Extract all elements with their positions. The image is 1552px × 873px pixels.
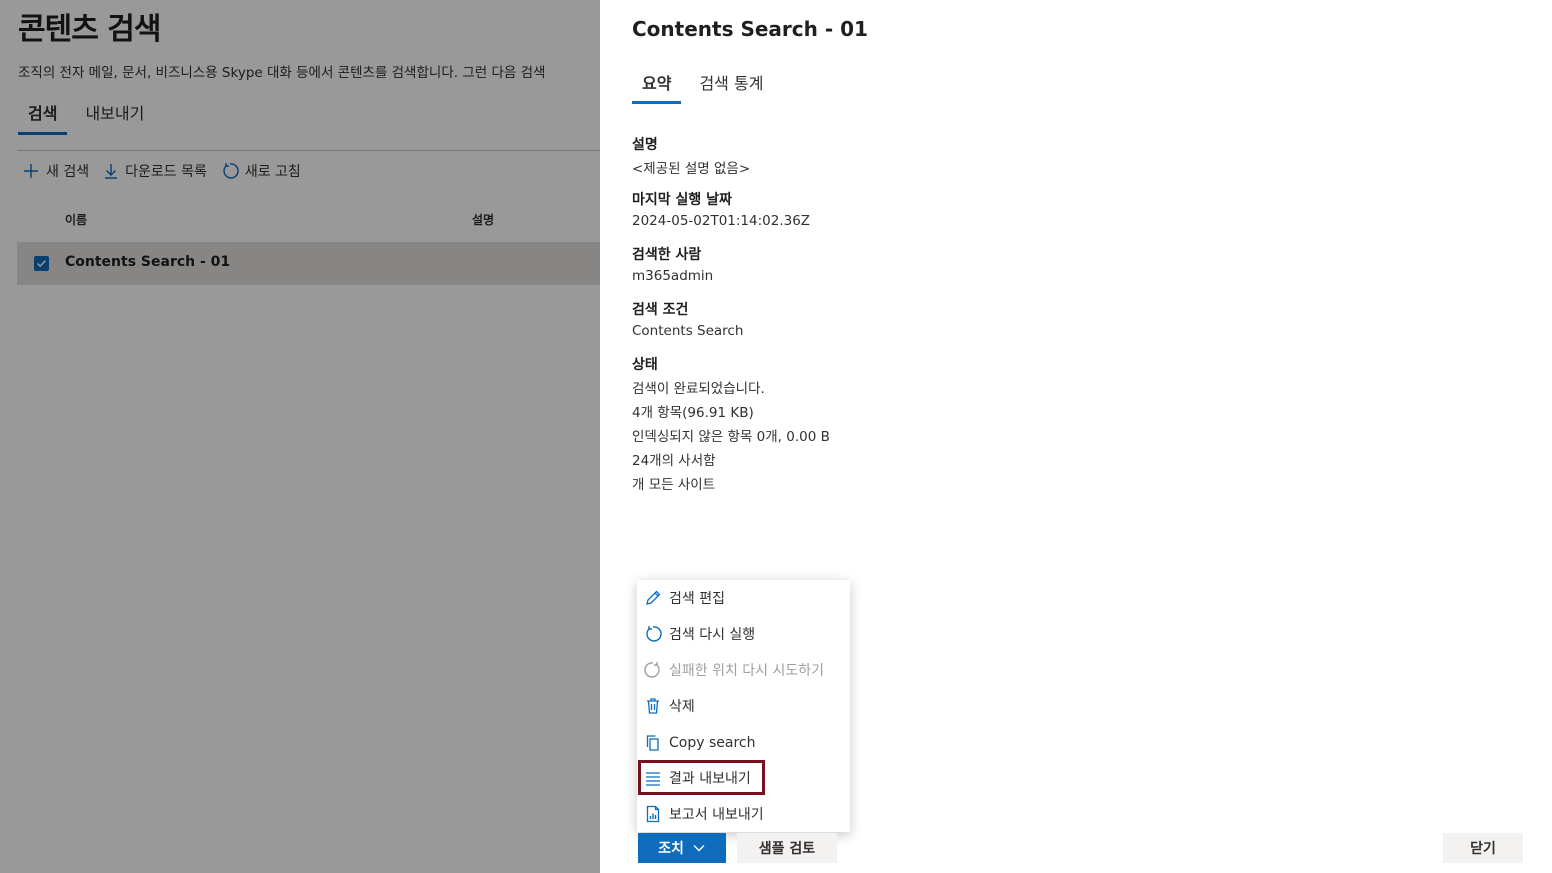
pencil-icon — [644, 589, 662, 607]
copy-icon — [644, 734, 662, 752]
menu-item-label: 실패한 위치 다시 시도하기 — [669, 663, 825, 679]
menu-item-copy-search[interactable]: Copy search — [637, 725, 850, 761]
searched-by-value: m365admin — [632, 268, 714, 284]
close-button[interactable]: 닫기 — [1443, 833, 1523, 863]
panel-title: Contents Search - 01 — [632, 17, 868, 41]
menu-item-label: 검색 편집 — [669, 591, 725, 607]
menu-item-label: Copy search — [669, 735, 756, 751]
report-icon — [644, 805, 662, 823]
query-label: 검색 조건 — [632, 302, 689, 318]
status-label: 상태 — [632, 357, 658, 373]
last-run-value: 2024-05-02T01:14:02.36Z — [632, 213, 811, 229]
status-line: 검색이 완료되었습니다. — [632, 381, 765, 397]
trash-icon — [644, 697, 662, 715]
menu-item-label: 보고서 내보내기 — [669, 807, 764, 823]
status-line: 인덱싱되지 않은 항목 0개, 0.00 B — [632, 429, 830, 445]
export-results-highlight-box — [638, 760, 765, 795]
sample-review-button[interactable]: 샘플 검토 — [737, 833, 837, 863]
menu-item-retry-failed-locations: 실패한 위치 다시 시도하기 — [637, 652, 850, 688]
refresh-icon — [644, 625, 662, 643]
menu-item-label: 검색 다시 실행 — [669, 627, 756, 643]
actions-button[interactable]: 조치 — [638, 833, 726, 863]
status-line: 4개 항목(96.91 KB) — [632, 405, 754, 421]
status-line: 개 모든 사이트 — [632, 477, 716, 493]
menu-item-edit-search[interactable]: 검색 편집 — [637, 580, 850, 616]
actions-button-label: 조치 — [658, 841, 684, 857]
query-value: Contents Search — [632, 323, 744, 339]
description-label: 설명 — [632, 137, 658, 153]
modal-overlay[interactable] — [0, 0, 600, 873]
menu-item-label: 삭제 — [669, 699, 695, 715]
description-value: <제공된 설명 없음> — [632, 161, 751, 177]
searched-by-label: 검색한 사람 — [632, 247, 702, 263]
panel-tabs: 요약 검색 통계 — [632, 70, 781, 104]
chevron-down-icon — [693, 845, 705, 852]
tab-search-statistics[interactable]: 검색 통계 — [689, 70, 773, 104]
last-run-label: 마지막 실행 날짜 — [632, 192, 732, 208]
status-line: 24개의 사서함 — [632, 453, 716, 469]
content-search-page: 콘텐츠 검색 조직의 전자 메일, 문서, 비즈니스용 Skype 대화 등에서… — [0, 0, 600, 873]
menu-item-delete[interactable]: 삭제 — [637, 688, 850, 724]
retry-icon — [644, 661, 662, 679]
tab-summary[interactable]: 요약 — [632, 70, 682, 104]
menu-item-rerun-search[interactable]: 검색 다시 실행 — [637, 616, 850, 652]
menu-item-export-report[interactable]: 보고서 내보내기 — [637, 796, 850, 832]
